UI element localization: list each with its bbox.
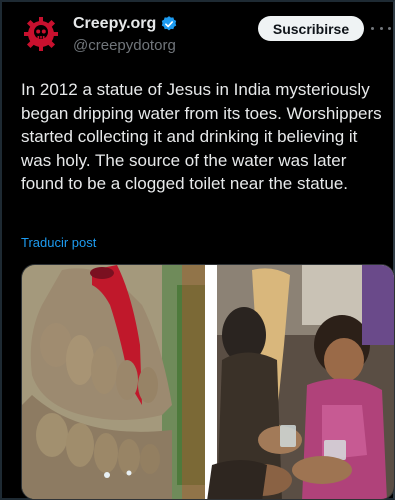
post-text: In 2012 a statue of Jesus in India myste… <box>21 80 382 194</box>
skull-gear-icon <box>24 17 58 51</box>
account-name[interactable]: Creepy.org <box>73 15 156 33</box>
post-header: Creepy.org @creepydotorg Suscribirse <box>0 0 395 64</box>
verified-badge-icon <box>162 16 177 31</box>
account-handle[interactable]: @creepydotorg <box>73 37 176 54</box>
statue-feet-photo[interactable] <box>22 265 205 500</box>
worshippers-collecting-water-photo[interactable] <box>205 265 395 500</box>
more-options-icon[interactable] <box>371 22 391 34</box>
avatar[interactable] <box>21 14 61 54</box>
post-media[interactable] <box>21 264 395 500</box>
account-name-row[interactable]: Creepy.org <box>73 15 178 33</box>
media-images <box>22 265 395 500</box>
translate-post-link[interactable]: Traducir post <box>21 235 96 250</box>
subscribe-button[interactable]: Suscribirse <box>258 16 364 41</box>
